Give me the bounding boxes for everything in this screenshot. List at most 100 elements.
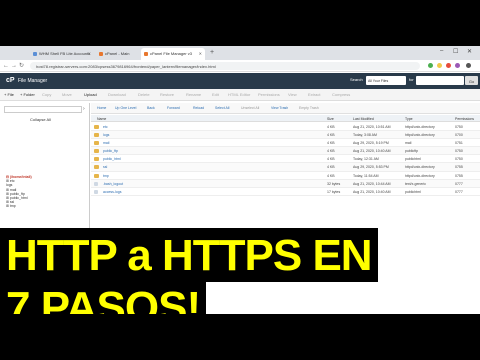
folder-icon	[94, 149, 99, 154]
cell-perms: 0750	[455, 157, 463, 162]
download-button[interactable]: Download	[108, 92, 126, 97]
cpanel-header: cP File Manager Search All Your Files fo…	[0, 73, 480, 89]
folder-icon	[94, 157, 99, 162]
cell-modified: Aug 29, 2020, 5:53 PM	[353, 165, 389, 170]
cpanel-logo-icon[interactable]: cP	[6, 77, 15, 84]
cell-name[interactable]: public_ftp	[103, 149, 118, 153]
delete-button[interactable]: Delete	[138, 92, 150, 97]
table-row[interactable]: access-logs 17 bytes Aug 21, 2020, 10:40 A…	[91, 188, 480, 196]
folder-icon	[94, 173, 99, 178]
new-tab-icon[interactable]: +	[210, 49, 214, 57]
tab-favicon-icon	[144, 51, 148, 56]
up-one-level-button[interactable]: Up One Level	[115, 106, 136, 110]
unselect-all-button[interactable]: Unselect All	[241, 106, 259, 110]
move-button[interactable]: Move	[62, 92, 72, 97]
cell-perms: 0755	[455, 173, 463, 178]
back-arrow-icon[interactable]: ←	[3, 62, 9, 70]
browser-tab-active[interactable]: cPanel File Manager v3 ✕	[141, 48, 205, 60]
column-header-type[interactable]: Type	[405, 117, 413, 121]
extension-icon[interactable]	[437, 63, 442, 68]
column-header-size[interactable]: Size	[327, 117, 334, 121]
table-header: Name Size Last Modified Type Permissions	[91, 115, 480, 122]
cell-size: 4 KB	[327, 149, 335, 154]
tab-favicon-icon	[99, 51, 103, 56]
extension-icon[interactable]	[428, 63, 433, 68]
home-button[interactable]: Home	[97, 106, 106, 110]
cell-type: publichtml	[405, 157, 421, 162]
table-row[interactable]: ssl 4 KB Aug 29, 2020, 5:53 PM httpd/unix-d…	[91, 163, 480, 172]
cell-size: 4 KB	[327, 173, 335, 178]
table-row[interactable]: logs 4 KB Today, 3:08 AM httpd/unix-directo…	[91, 131, 480, 140]
close-tab-icon[interactable]: ✕	[88, 51, 91, 56]
overlay-title-line-2: 7 PASOS!	[0, 282, 207, 314]
back-button[interactable]: Back	[147, 106, 155, 110]
compress-button[interactable]: Compress	[332, 92, 350, 97]
cell-name[interactable]: .bash_logout	[103, 182, 123, 186]
copy-button[interactable]: Copy	[42, 92, 51, 97]
table-row[interactable]: mail 4 KB Aug 29, 2020, 5:19 PM mail 0751	[91, 139, 480, 148]
cell-perms: 0777	[455, 189, 463, 194]
select-all-button[interactable]: Select All	[215, 106, 229, 110]
restore-button[interactable]: Restore	[160, 92, 174, 97]
extension-icon[interactable]	[446, 63, 451, 68]
minimize-icon[interactable]: –	[440, 48, 443, 54]
forward-button[interactable]: Forward	[167, 106, 180, 110]
cell-name[interactable]: ssl	[103, 165, 107, 169]
tree-item[interactable]: ⊞ tmp	[6, 204, 32, 208]
reload-button[interactable]: Reload	[193, 106, 204, 110]
cell-name[interactable]: tmp	[103, 174, 109, 178]
close-window-icon[interactable]: ✕	[467, 48, 472, 55]
permissions-button[interactable]: Permissions	[258, 92, 280, 97]
search-scope-select[interactable]: All Your Files	[366, 76, 406, 85]
cell-type: httpd/unix-directory	[405, 125, 435, 129]
upload-button[interactable]: Upload	[84, 92, 97, 97]
folder-icon	[94, 141, 99, 146]
search-input[interactable]	[416, 76, 464, 85]
cell-name[interactable]: public_html	[103, 157, 121, 161]
view-trash-button[interactable]: View Trash	[271, 106, 288, 110]
search-go-button[interactable]: Go	[465, 76, 478, 85]
cell-name[interactable]: access-logs	[103, 190, 121, 194]
tab-label: cPanel - Main	[105, 51, 130, 56]
collapse-all-button[interactable]: Collapse All	[30, 117, 51, 122]
url-field[interactable]: host78.registrar-servers.com:2083/cpsess…	[30, 62, 420, 70]
column-header-permissions[interactable]: Permissions	[455, 117, 474, 121]
path-input[interactable]	[4, 106, 82, 113]
column-header-modified[interactable]: Last Modified	[353, 117, 374, 121]
cell-perms: 0751	[455, 141, 463, 146]
maximize-icon[interactable]: ☐	[453, 48, 458, 55]
cell-size: 4 KB	[327, 165, 335, 170]
table-row[interactable]: public_ftp 4 KB Aug 21, 2020, 10:40 AM publ…	[91, 147, 480, 156]
profile-avatar[interactable]	[466, 63, 471, 68]
rename-button[interactable]: Rename	[186, 92, 201, 97]
cell-size: 4 KB	[327, 141, 335, 146]
empty-trash-button[interactable]: Empty Trash	[299, 106, 319, 110]
reload-icon[interactable]: ↻	[19, 62, 24, 70]
cell-modified: Aug 21, 2020, 10:44 AM	[353, 181, 391, 186]
extension-icon[interactable]	[455, 63, 460, 68]
cell-size: 4 KB	[327, 133, 335, 138]
browser-tab[interactable]: WHM Shell FB Lite Accounts ✕	[30, 48, 94, 60]
view-button[interactable]: View	[288, 92, 297, 97]
column-header-name[interactable]: Name	[97, 117, 106, 121]
cell-size: 17 bytes	[327, 189, 341, 194]
tab-favicon-icon	[33, 51, 37, 56]
table-row[interactable]: .bash_logout 32 bytes Aug 21, 2020, 10:44 …	[91, 179, 480, 188]
table-row[interactable]: etc 4 KB Aug 21, 2020, 10:51 AM httpd/unix-…	[91, 123, 480, 132]
path-go-icon[interactable]: ›	[83, 106, 88, 113]
edit-button[interactable]: Edit	[212, 92, 219, 97]
extract-button[interactable]: Extract	[308, 92, 320, 97]
new-folder-button[interactable]: + Folder	[20, 92, 35, 97]
folder-icon	[94, 133, 99, 138]
cell-modified: Today, 12:31 AM	[353, 157, 379, 162]
cell-modified: Aug 29, 2020, 5:19 PM	[353, 141, 389, 146]
cell-name[interactable]: etc	[103, 125, 108, 129]
cell-name[interactable]: logs	[103, 133, 109, 137]
html-editor-button[interactable]: HTML Editor	[228, 92, 250, 97]
table-row[interactable]: tmp 4 KB Today, 11:54 AM httpd/unix-directo…	[91, 172, 480, 180]
table-row[interactable]: public_html 4 KB Today, 12:31 AM publichtml…	[91, 155, 480, 164]
close-tab-icon[interactable]: ✕	[199, 51, 202, 56]
forward-arrow-icon[interactable]: →	[11, 62, 17, 70]
cell-name[interactable]: mail	[103, 141, 109, 145]
new-file-button[interactable]: + File	[4, 92, 14, 97]
